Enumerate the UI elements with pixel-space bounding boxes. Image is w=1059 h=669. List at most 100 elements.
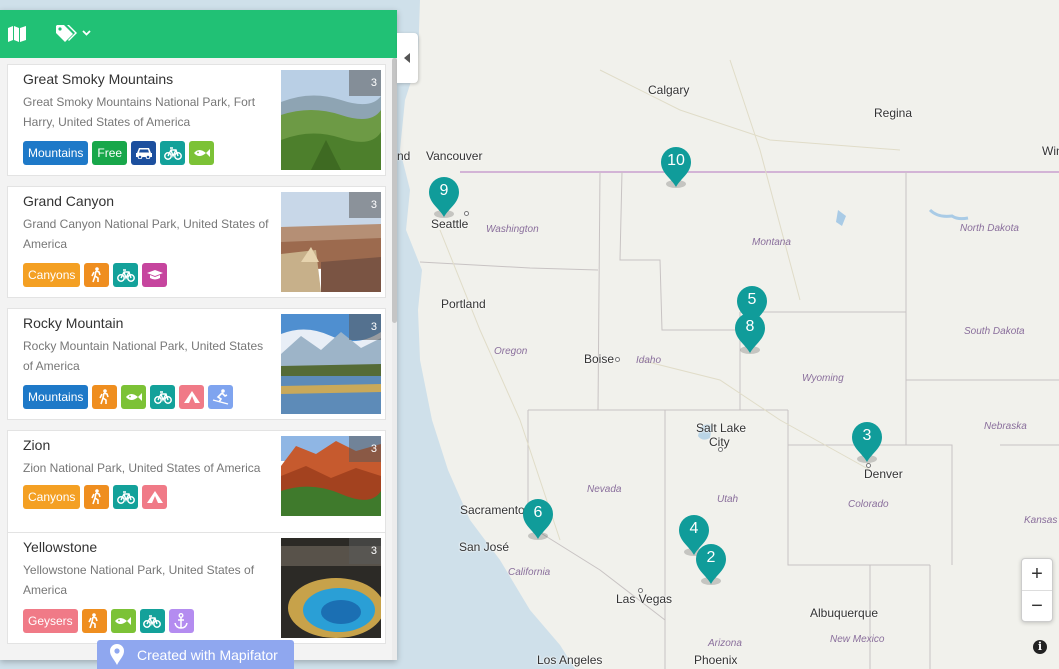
city-label: nd <box>397 149 411 163</box>
city-label: Boise <box>584 352 615 366</box>
state-label: Idaho <box>636 355 662 366</box>
zoom-in-button[interactable]: + <box>1022 559 1052 590</box>
city-label: Win <box>1042 144 1059 158</box>
scrollbar-thumb[interactable] <box>392 58 397 323</box>
city-dot <box>866 463 871 468</box>
city-label: Seattle <box>431 217 469 231</box>
list-scrollbar[interactable] <box>392 58 397 660</box>
tag-row: Mountains <box>23 385 234 409</box>
info-button[interactable]: i <box>1033 640 1047 654</box>
state-label: Montana <box>752 237 791 248</box>
bicycle-icon[interactable] <box>160 141 186 165</box>
hiking-icon[interactable] <box>92 385 118 409</box>
tag-badge[interactable]: Mountains <box>23 141 89 165</box>
state-label: South Dakota <box>964 326 1025 337</box>
camping-icon[interactable] <box>179 385 205 409</box>
city-label: San José <box>459 540 510 554</box>
state-label: Nebraska <box>984 421 1027 432</box>
bicycle-icon[interactable] <box>139 609 165 633</box>
camping-icon[interactable] <box>142 485 168 509</box>
tags-icon[interactable] <box>56 25 78 43</box>
fish-icon[interactable] <box>121 385 147 409</box>
tag-row: Geysers <box>23 609 194 633</box>
city-label: Sacramento <box>460 503 525 517</box>
park-title: Great Smoky Mountains <box>23 71 174 87</box>
list-item[interactable]: Grand Canyon Grand Canyon National Park,… <box>7 186 386 298</box>
anchor-icon[interactable] <box>168 609 194 633</box>
hiking-icon[interactable] <box>81 609 107 633</box>
map-marker[interactable]: 2 <box>695 543 727 585</box>
location-pin-icon <box>110 644 124 665</box>
park-title: Zion <box>23 437 51 453</box>
tag-badge[interactable]: Mountains <box>23 385 89 409</box>
chevron-down-icon[interactable] <box>82 30 91 36</box>
map-marker[interactable]: 3 <box>851 421 883 463</box>
state-label: California <box>508 567 551 578</box>
list-item[interactable]: Yellowstone Yellowstone National Park, U… <box>7 532 386 644</box>
image-count: 3 <box>349 192 381 218</box>
city-dot <box>615 357 620 362</box>
tag-row: Canyons <box>23 263 168 287</box>
bicycle-icon[interactable] <box>113 485 139 509</box>
sidebar-header <box>0 10 397 58</box>
map-marker[interactable]: 6 <box>522 498 554 540</box>
map-marker[interactable]: 10 <box>660 146 692 188</box>
state-label: North Dakota <box>960 223 1019 234</box>
park-thumbnail[interactable]: 3 <box>281 192 381 292</box>
tag-badge[interactable]: Geysers <box>23 609 78 633</box>
zoom-out-button[interactable]: − <box>1022 590 1052 621</box>
park-address: Rocky Mountain National Park, United Sta… <box>23 339 264 373</box>
map-icon[interactable] <box>8 26 26 42</box>
city-label: Portland <box>441 297 486 311</box>
car-icon[interactable] <box>131 141 157 165</box>
fish-icon[interactable] <box>189 141 215 165</box>
list-item[interactable]: Zion Zion National Park, United States o… <box>7 430 386 542</box>
map-marker[interactable]: 9 <box>428 176 460 218</box>
image-count: 3 <box>349 70 381 96</box>
bicycle-icon[interactable] <box>113 263 139 287</box>
park-thumbnail[interactable]: 3 <box>281 436 381 536</box>
image-count: 3 <box>349 314 381 340</box>
marker-number: 8 <box>745 318 755 335</box>
park-address: Grand Canyon National Park, United State… <box>23 217 269 251</box>
state-label: Arizona <box>708 638 742 649</box>
marker-number: 9 <box>439 182 449 199</box>
city-label: Salt Lake <box>696 421 747 435</box>
map-marker[interactable]: 8 <box>734 312 766 354</box>
sidebar-panel: Great Smoky Mountains Great Smoky Mounta… <box>0 10 397 660</box>
city-label: Las Vegas <box>616 592 673 606</box>
hiking-icon[interactable] <box>84 485 110 509</box>
park-thumbnail[interactable]: 3 <box>281 70 381 170</box>
city-label: Los Angeles <box>537 653 603 667</box>
collapse-sidebar-button[interactable] <box>397 33 418 83</box>
tag-row: Mountains Free <box>23 141 215 165</box>
park-list[interactable]: Great Smoky Mountains Great Smoky Mounta… <box>0 58 392 660</box>
bicycle-icon[interactable] <box>150 385 176 409</box>
city-label: Calgary <box>648 83 690 97</box>
city-label: Denver <box>864 467 903 481</box>
marker-number: 5 <box>747 291 757 308</box>
tag-badge[interactable]: Canyons <box>23 263 81 287</box>
state-label: Utah <box>717 494 739 505</box>
marker-number: 6 <box>533 504 543 521</box>
tag-badge[interactable]: Canyons <box>23 485 81 509</box>
list-item[interactable]: Great Smoky Mountains Great Smoky Mounta… <box>7 64 386 176</box>
hiking-icon[interactable] <box>84 263 110 287</box>
state-label: Kansas <box>1024 515 1058 526</box>
park-thumbnail[interactable]: 3 <box>281 314 381 414</box>
created-with-badge[interactable]: Created with Mapifator <box>97 640 294 669</box>
marker-number: 10 <box>667 152 685 169</box>
tag-badge[interactable]: Free <box>92 141 128 165</box>
graduation-cap-icon[interactable] <box>142 263 168 287</box>
city-label: Albuquerque <box>810 606 879 620</box>
park-thumbnail[interactable]: 3 <box>281 538 381 638</box>
skiing-icon[interactable] <box>208 385 234 409</box>
image-count: 3 <box>349 436 381 462</box>
image-count: 3 <box>349 538 381 564</box>
city-dot <box>464 211 469 216</box>
city-label: Vancouver <box>426 149 483 163</box>
created-with-label: Created with Mapifator <box>137 647 278 663</box>
list-item[interactable]: Rocky Mountain Rocky Mountain National P… <box>7 308 386 420</box>
fish-icon[interactable] <box>110 609 136 633</box>
marker-number: 2 <box>706 549 716 566</box>
